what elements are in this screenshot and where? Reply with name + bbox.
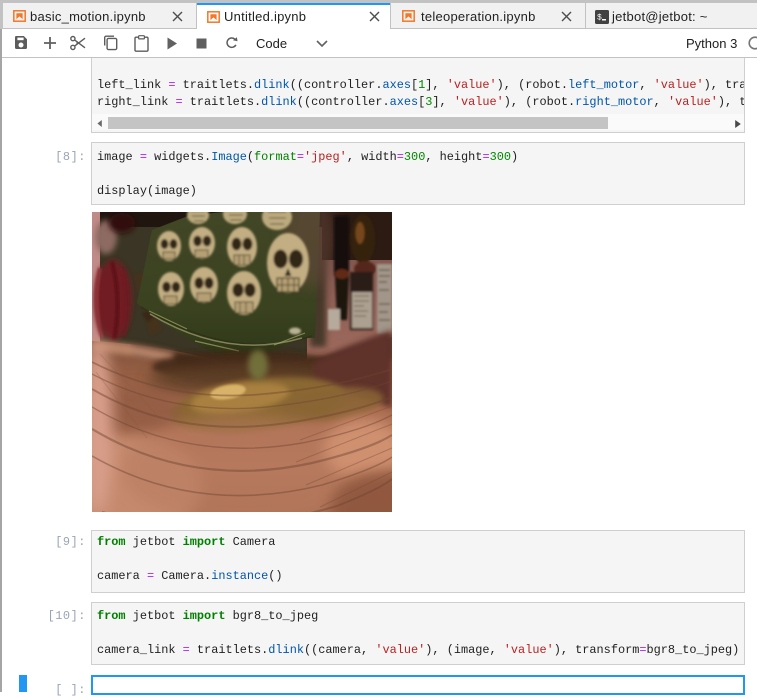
svg-text:$: $ <box>597 14 602 23</box>
